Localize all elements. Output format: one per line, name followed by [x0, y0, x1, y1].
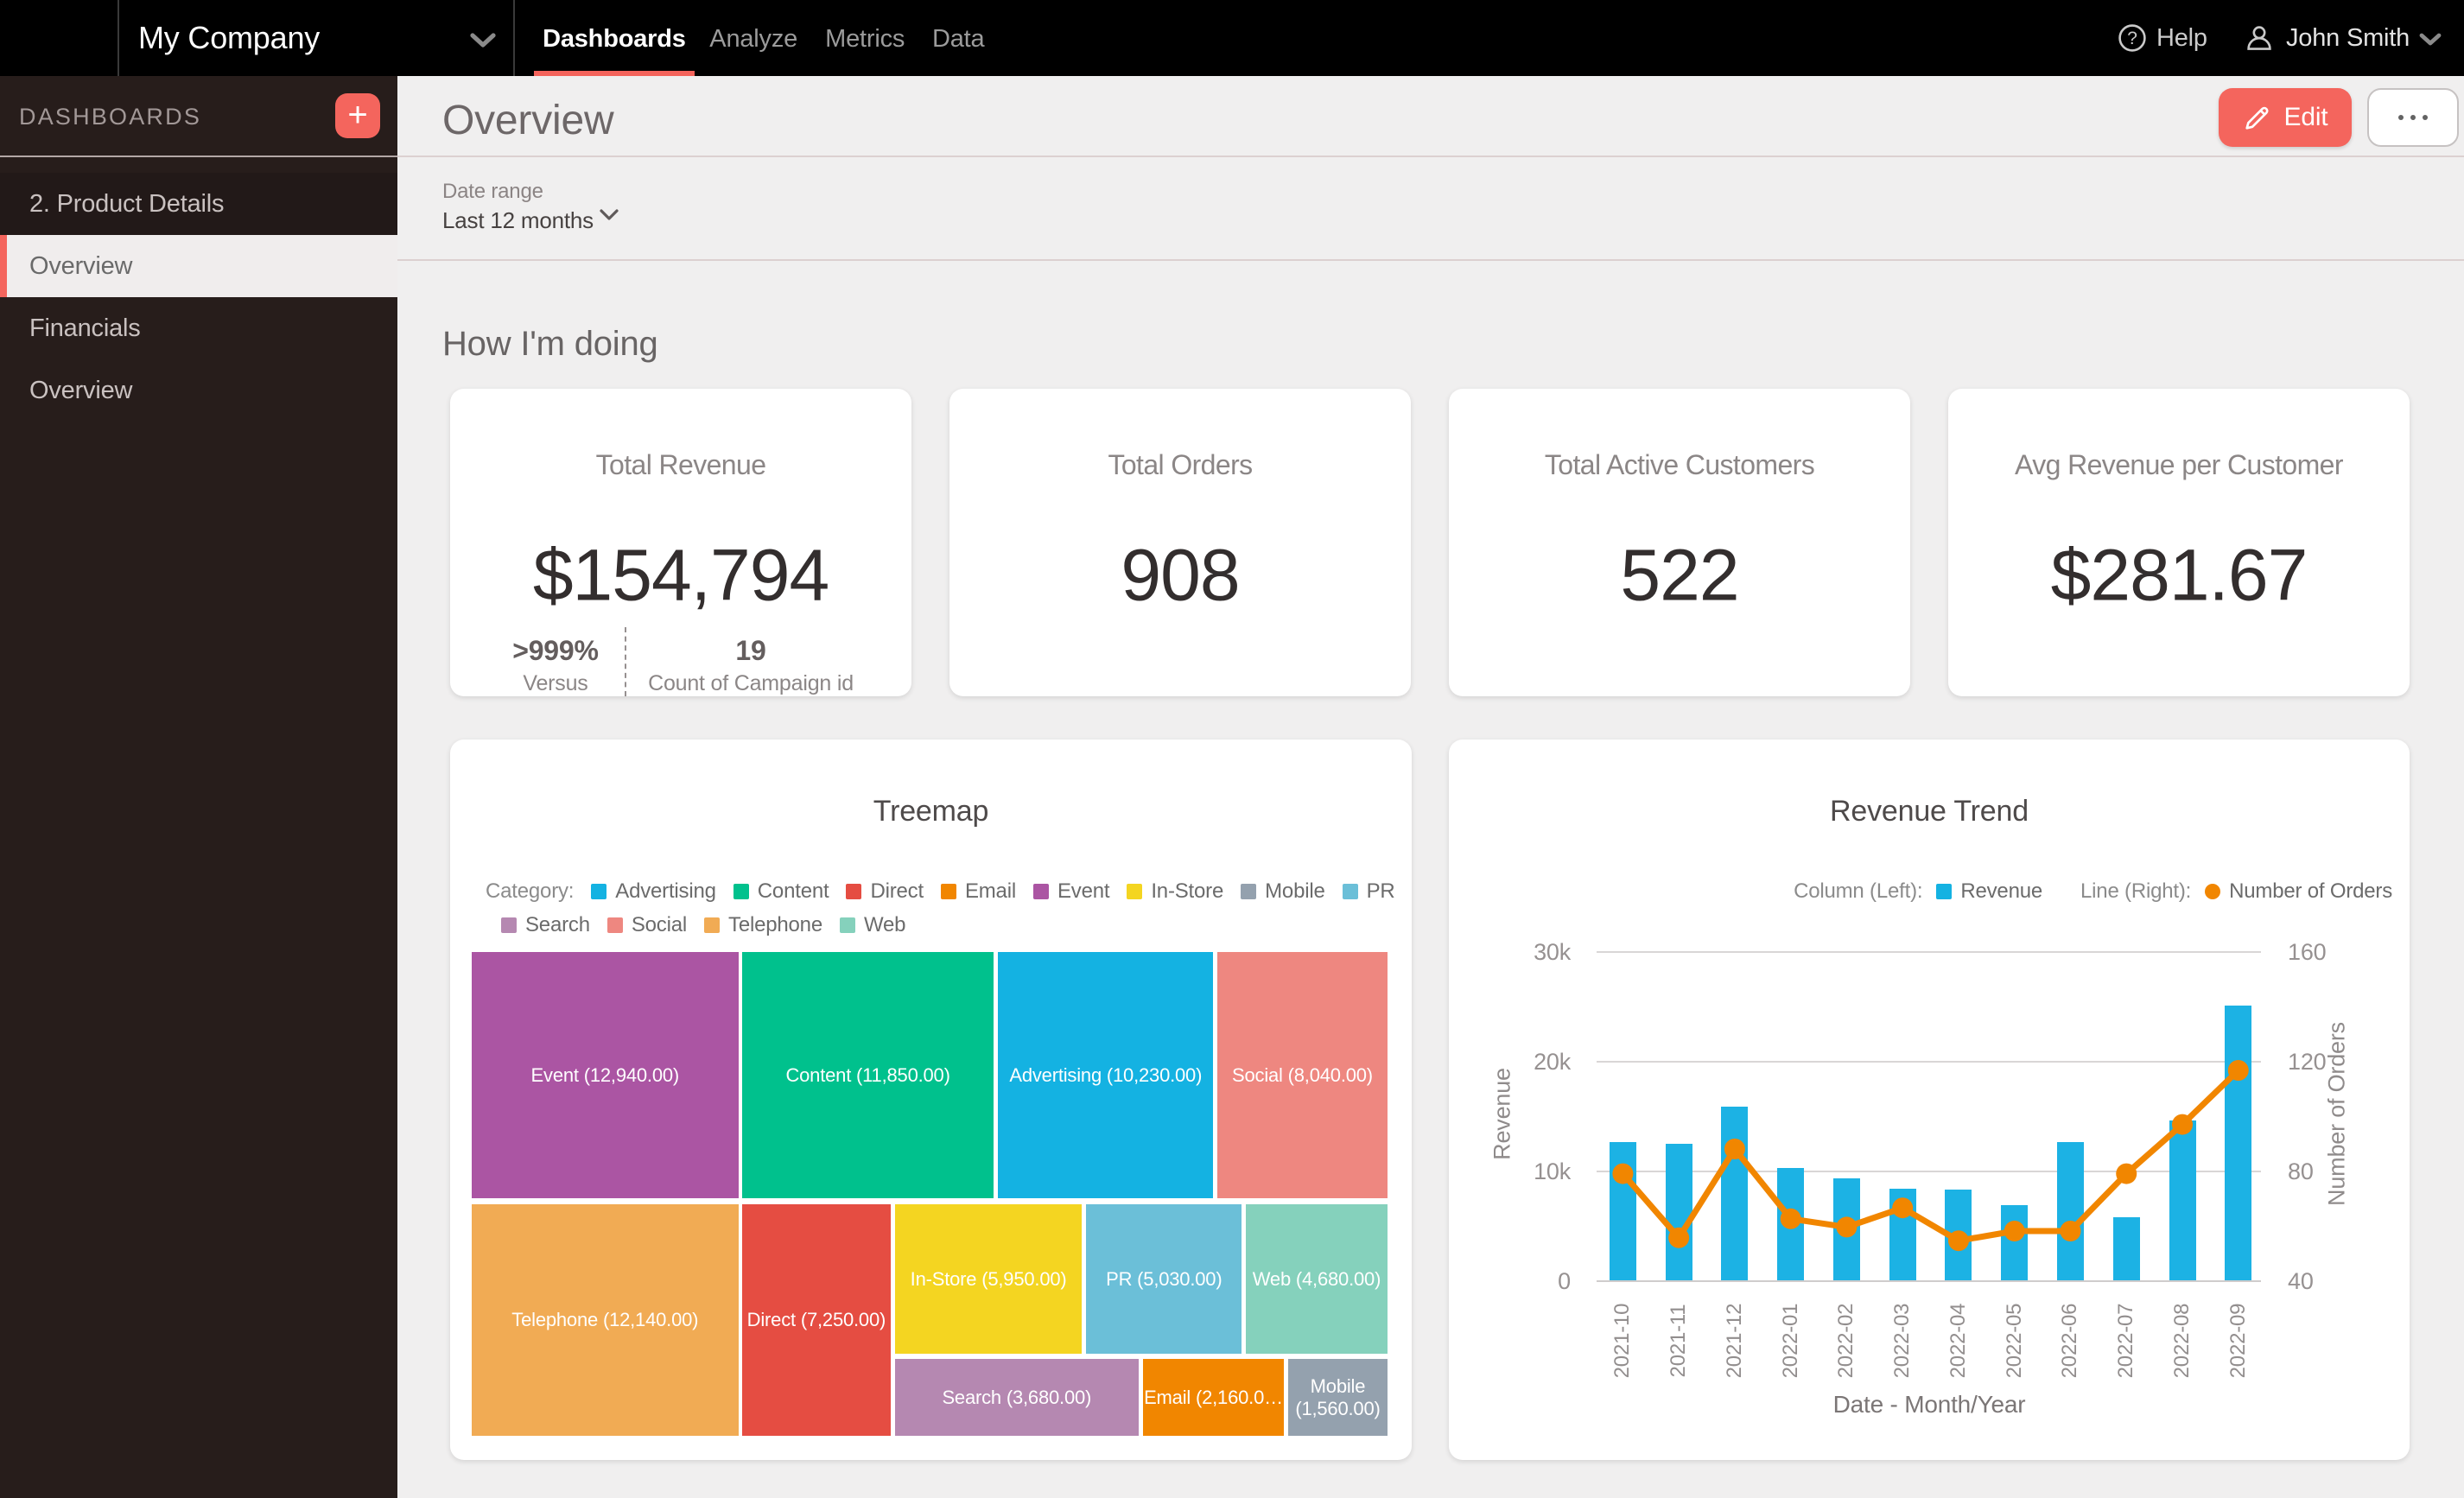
- svg-text:?: ?: [2127, 29, 2137, 48]
